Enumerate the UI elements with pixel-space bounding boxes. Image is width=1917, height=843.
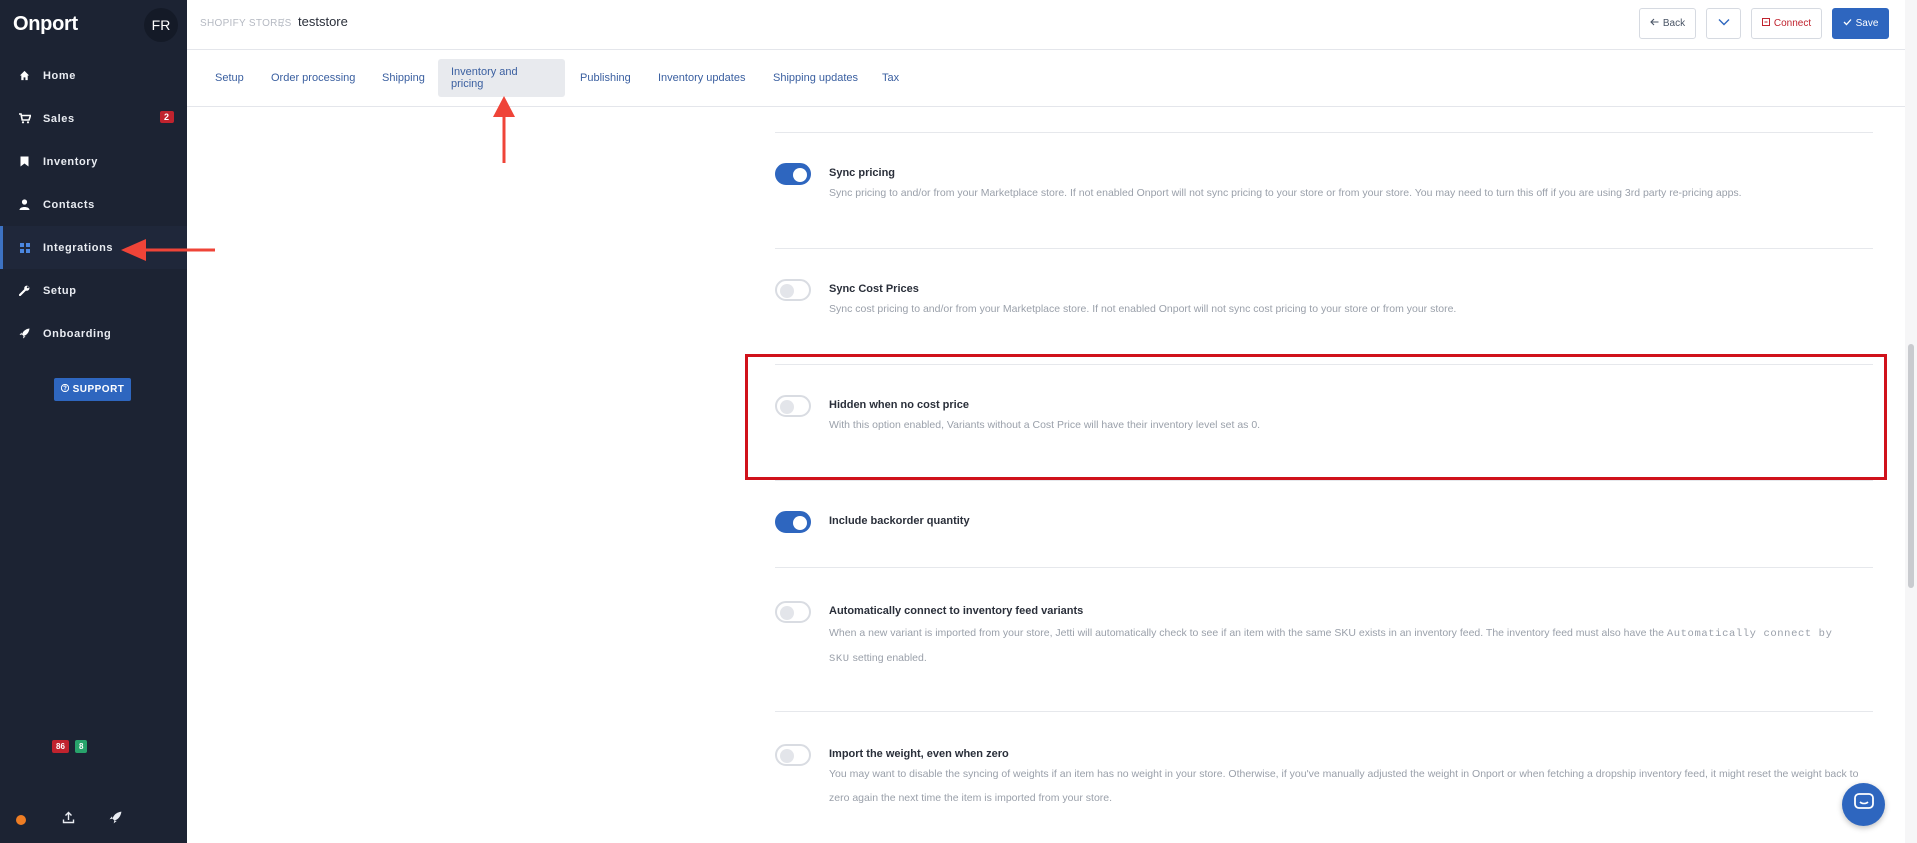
vertical-scrollbar[interactable] xyxy=(1905,0,1917,843)
scrollbar-thumb[interactable] xyxy=(1908,344,1914,588)
app-root: Onport FR Home Sales 2 Inventory Contact… xyxy=(0,0,1917,843)
annotation-arrows xyxy=(121,96,515,261)
annotation-arrow-up xyxy=(493,96,515,163)
chat-icon xyxy=(1853,793,1874,816)
chat-launcher-button[interactable] xyxy=(1842,783,1885,826)
annotation-arrow-left xyxy=(121,239,215,261)
